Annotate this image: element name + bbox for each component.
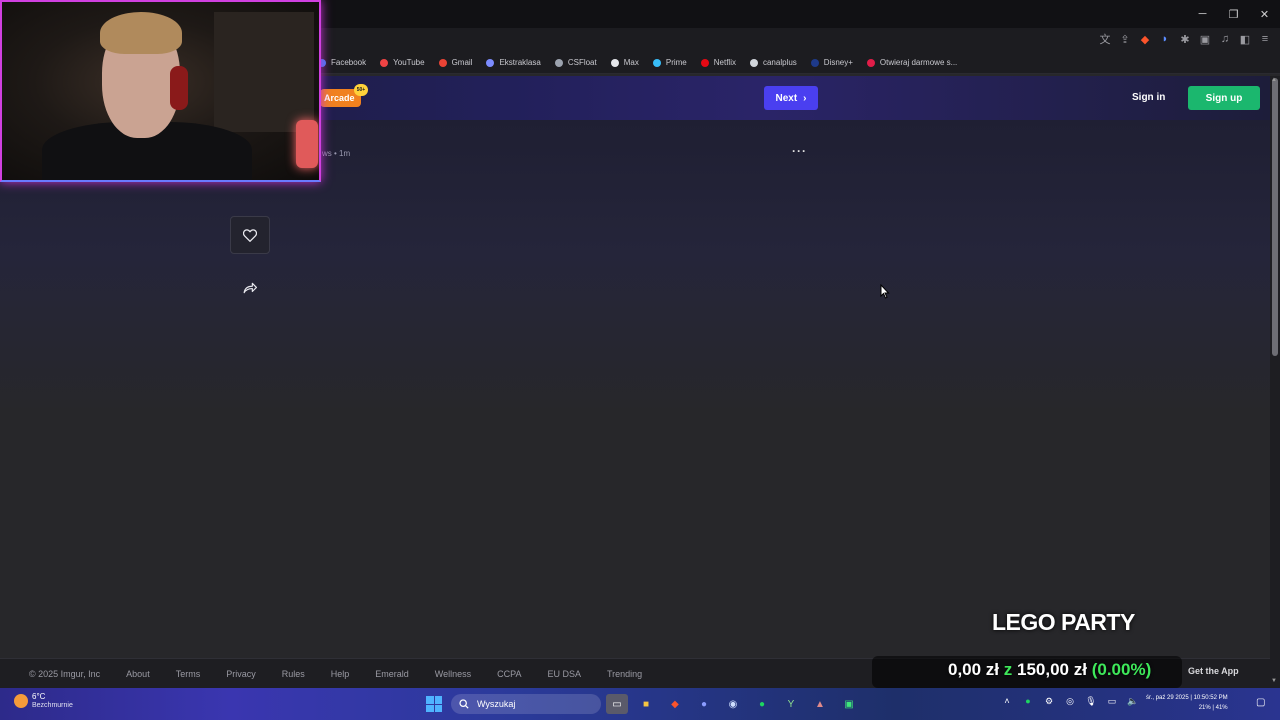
donation-goal: 0,00 zł z 150,00 zł (0.00%) [948,660,1152,679]
prime-icon [652,58,661,67]
gift-icon [866,58,875,67]
microphone-icon[interactable]: 🎙 [1084,694,1098,708]
more-options-button[interactable]: ··· [792,144,807,158]
extensions-icon[interactable]: ✱ [1178,32,1192,46]
footer-link-privacy[interactable]: Privacy [226,669,256,679]
cursor-arrow-icon [880,283,890,299]
webcam-overlay [0,0,321,182]
scroll-up-icon[interactable]: ▲ [1271,77,1277,83]
toolbar-icons: 文 ⇪ ◆ ◗ ✱ ▣ ♫ ◧ ≡ [1098,32,1272,46]
brave-shield-icon[interactable]: ◆ [1138,32,1152,46]
minimize-button[interactable]: ─ [1187,0,1218,28]
footer-link-ccpa[interactable]: CCPA [497,669,521,679]
explorer-icon[interactable]: ■ [635,694,657,714]
translate-icon[interactable]: 文 [1098,32,1112,46]
bookmark-gmail[interactable]: Gmail [438,58,472,67]
share-arrow-icon [243,282,257,294]
discord-icon[interactable]: ● [693,694,715,714]
youtube-icon [380,58,389,67]
csfloat-icon [554,58,563,67]
canalplus-icon [749,58,758,67]
start-button[interactable] [426,696,442,712]
bookmark-otwieraj[interactable]: Otwieraj darmowe s... [866,58,957,67]
share-button[interactable] [240,278,260,298]
search-icon [459,699,469,709]
volume-icon[interactable]: 🔈 [1126,694,1140,708]
media-app-icon[interactable]: ▣ [838,694,860,714]
max-icon [610,58,619,67]
taskbar-search[interactable]: Wyszukaj [451,694,601,714]
photos-icon[interactable]: ▲ [809,694,831,714]
footer-link-about[interactable]: About [126,669,150,679]
arcade-badge: 50+ [354,84,368,96]
network-icon[interactable]: ▭ [1105,694,1119,708]
share-icon[interactable]: ⇪ [1118,32,1132,46]
netflix-icon [700,58,709,67]
window-controls: ─ ❐ ✕ [1187,0,1280,28]
weather-icon [14,694,28,708]
bookmark-youtube[interactable]: YouTube [380,58,425,67]
scroll-down-icon[interactable]: ▼ [1271,678,1277,684]
next-button[interactable]: Next › [764,86,818,110]
file-manager-icon[interactable]: ▭ [606,694,628,714]
sidebar-icon[interactable]: ◧ [1238,32,1252,46]
close-button[interactable]: ✕ [1249,0,1280,28]
media-icon[interactable]: ♫ [1218,32,1232,46]
post-meta: ws • 1m [322,149,351,158]
bookmark-netflix[interactable]: Netflix [700,58,736,67]
tab-icon[interactable]: ▣ [1198,32,1212,46]
menu-icon[interactable]: ≡ [1258,32,1272,46]
settings-tray-icon[interactable]: ⚙ [1042,694,1056,708]
webcam-background [214,12,314,132]
chevron-right-icon: › [803,92,807,104]
bookmark-canalplus[interactable]: canalplus [749,58,797,67]
post-content-area [0,120,1270,655]
speech-icon[interactable]: ◗ [1158,32,1172,46]
app-y-icon[interactable]: Y [780,694,802,714]
taskbar-clock[interactable]: śr., paź 29 2025 | 10:50:52 PM 21% | 41% [1146,693,1228,713]
ekstraklasa-icon [486,58,495,67]
bookmark-prime[interactable]: Prime [652,58,687,67]
game-title-overlay: LEGO PARTY [992,609,1135,635]
footer-link-eu-dsa[interactable]: EU DSA [547,669,581,679]
webcam-person-hair [100,12,182,54]
brave-icon[interactable]: ◆ [664,694,686,714]
sign-in-link[interactable]: Sign in [1132,92,1165,103]
bookmark-ekstraklasa[interactable]: Ekstraklasa [486,58,541,67]
weather-widget[interactable]: 6°C Bezchmurnie [14,692,73,710]
heart-icon [243,228,257,242]
get-app-link[interactable]: Get the App [1188,666,1239,676]
sign-up-button[interactable]: Sign up [1188,86,1260,110]
ring-light [296,120,318,168]
footer-link-help[interactable]: Help [331,669,350,679]
gmail-icon [438,58,447,67]
bookmark-max[interactable]: Max [610,58,639,67]
footer-link-rules[interactable]: Rules [282,669,305,679]
system-tray: ˄ ● ⚙ ◎ 🎙 ▭ 🔈 [1000,694,1140,708]
footer-link-wellness[interactable]: Wellness [435,669,471,679]
maximize-button[interactable]: ❐ [1218,0,1249,28]
spotify-icon[interactable]: ● [751,694,773,714]
chevron-up-icon[interactable]: ˄ [1000,694,1014,708]
footer-link-terms[interactable]: Terms [176,669,201,679]
bookmark-facebook[interactable]: Facebook [318,58,366,67]
like-button[interactable] [230,216,270,254]
shield-tray-icon[interactable]: ◎ [1063,694,1077,708]
footer-link-emerald[interactable]: Emerald [375,669,409,679]
page-scrollbar[interactable] [1270,76,1280,688]
spotify-tray-icon[interactable]: ● [1021,694,1035,708]
scroll-thumb[interactable] [1272,78,1278,356]
taskbar-apps: ▭ ■ ◆ ● ◉ ● Y ▲ ▣ [606,694,860,714]
mouse-cursor [880,283,890,304]
footer-link-trending[interactable]: Trending [607,669,642,679]
bookmark-disney[interactable]: Disney+ [810,58,853,67]
headset-icon [170,66,188,110]
notifications-icon[interactable]: ▢ [1256,697,1265,708]
disney-icon [810,58,819,67]
steam-icon[interactable]: ◉ [722,694,744,714]
bookmark-csfloat[interactable]: CSFloat [554,58,597,67]
footer-copyright: © 2025 Imgur, Inc [29,668,101,679]
